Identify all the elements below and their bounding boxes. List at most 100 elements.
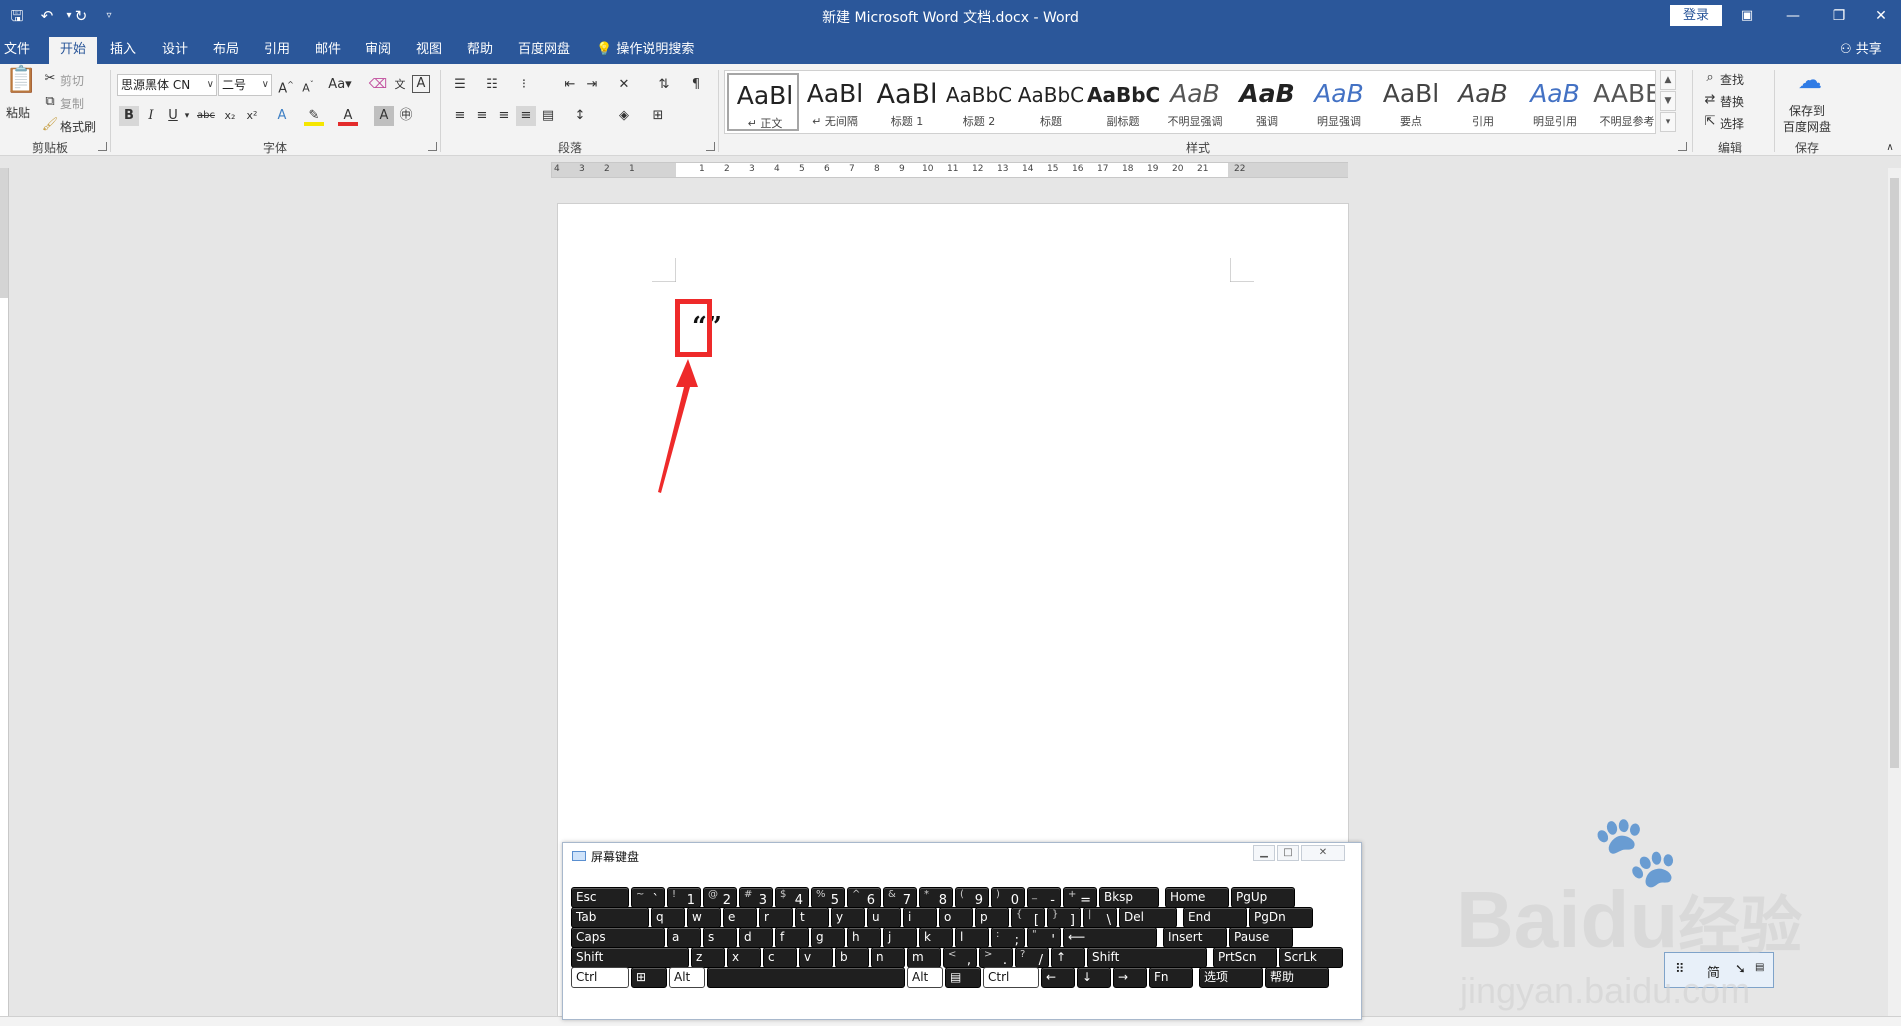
decrease-indent-icon[interactable]: ⇤ bbox=[560, 75, 580, 95]
osk-key[interactable]: _ - bbox=[1027, 887, 1061, 908]
osk-key[interactable]: o bbox=[939, 907, 973, 928]
osk-key[interactable]: v bbox=[799, 947, 833, 968]
osk-key[interactable]: % 5 bbox=[811, 887, 845, 908]
strikethrough-icon[interactable]: abc bbox=[196, 106, 216, 126]
osk-key[interactable]: s bbox=[703, 927, 737, 948]
bullets-icon[interactable]: ☰ bbox=[450, 75, 470, 95]
osk-key[interactable]: 选项 bbox=[1199, 967, 1263, 988]
font-color-icon[interactable]: A bbox=[338, 106, 358, 126]
tab-review[interactable]: 审阅 bbox=[358, 37, 398, 64]
osk-close-icon[interactable]: ✕ bbox=[1301, 845, 1345, 861]
osk-key[interactable]: :; bbox=[991, 927, 1025, 948]
style-item[interactable]: AaBbC 标题 bbox=[1015, 73, 1087, 131]
osk-key[interactable]: ScrLk bbox=[1279, 947, 1343, 968]
tab-references[interactable]: 引用 bbox=[257, 37, 297, 64]
copy-label[interactable]: 复制 bbox=[60, 95, 84, 112]
osk-key[interactable]: d bbox=[739, 927, 773, 948]
osk-key[interactable] bbox=[707, 967, 905, 988]
scrollbar-thumb[interactable] bbox=[1890, 178, 1899, 768]
find-icon[interactable]: ⌕ bbox=[1700, 68, 1720, 88]
format-painter-label[interactable]: 格式刷 bbox=[60, 118, 96, 135]
copy-icon[interactable]: ⧉ bbox=[40, 92, 60, 112]
clipboard-launcher-icon[interactable] bbox=[98, 142, 107, 151]
osk-key[interactable]: ▤ bbox=[945, 967, 981, 988]
shrink-font-icon[interactable]: Aˇ bbox=[298, 75, 318, 95]
osk-key[interactable]: ! 1 bbox=[667, 887, 701, 908]
osk-key[interactable]: ↓ bbox=[1077, 967, 1111, 988]
char-shading-icon[interactable]: A bbox=[374, 106, 394, 126]
align-center-icon[interactable]: ≡ bbox=[472, 106, 492, 126]
replace-icon[interactable]: ⇄ bbox=[1700, 90, 1720, 110]
highlight-color-icon[interactable]: ✎ bbox=[304, 106, 324, 126]
osk-key[interactable]: ? / bbox=[1015, 947, 1049, 968]
osk-key[interactable]: Bksp bbox=[1099, 887, 1159, 908]
osk-key[interactable]: ← bbox=[1041, 967, 1075, 988]
baidu-netdisk-icon[interactable]: ☁ bbox=[1796, 68, 1824, 98]
osk-key[interactable]: <, bbox=[943, 947, 977, 968]
osk-key[interactable]: PgUp bbox=[1231, 887, 1295, 908]
osk-key[interactable]: Tab bbox=[571, 907, 649, 928]
osk-key[interactable]: + = bbox=[1063, 887, 1097, 908]
osk-key[interactable]: PrtScn bbox=[1213, 947, 1277, 968]
osk-key[interactable]: y bbox=[831, 907, 865, 928]
osk-key[interactable]: {[ bbox=[1011, 907, 1045, 928]
cut-icon[interactable]: ✂ bbox=[40, 69, 60, 89]
osk-key[interactable]: Ctrl bbox=[571, 967, 629, 988]
paragraph-launcher-icon[interactable] bbox=[706, 142, 715, 151]
style-item[interactable]: AaB 明显引用 bbox=[1519, 73, 1591, 131]
osk-key[interactable]: ⊞ bbox=[631, 967, 667, 988]
show-marks-icon[interactable]: ¶ bbox=[686, 75, 706, 95]
osk-key[interactable]: → bbox=[1113, 967, 1147, 988]
superscript-icon[interactable]: x² bbox=[242, 106, 262, 126]
shading-icon[interactable]: ◈ bbox=[614, 106, 634, 126]
vertical-ruler[interactable] bbox=[0, 168, 9, 1023]
osk-key[interactable]: Shift bbox=[571, 947, 689, 968]
osk-key[interactable]: p bbox=[975, 907, 1009, 928]
osk-key[interactable]: $4 bbox=[775, 887, 809, 908]
osk-key[interactable]: ↑ bbox=[1051, 947, 1085, 968]
phonetic-guide-icon[interactable]: 文 bbox=[390, 75, 410, 95]
osk-key[interactable]: End bbox=[1183, 907, 1247, 928]
replace-label[interactable]: 替换 bbox=[1720, 93, 1744, 110]
italic-icon[interactable]: I bbox=[141, 106, 161, 126]
enclose-char-icon[interactable]: ㊥ bbox=[396, 106, 416, 126]
osk-key[interactable]: Pause bbox=[1229, 927, 1293, 948]
align-left-icon[interactable]: ≡ bbox=[450, 106, 470, 126]
paste-icon[interactable]: 📋 bbox=[5, 67, 37, 104]
numbering-icon[interactable]: ☷ bbox=[482, 75, 502, 95]
style-item[interactable]: AABE 不明显参考 bbox=[1591, 73, 1655, 131]
tell-me-search[interactable]: 💡 操作说明搜索 bbox=[596, 37, 694, 64]
osk-key[interactable]: @2 bbox=[703, 887, 737, 908]
tab-mailings[interactable]: 邮件 bbox=[308, 37, 348, 64]
osk-key[interactable]: r bbox=[759, 907, 793, 928]
borders-icon[interactable]: ⊞ bbox=[648, 106, 668, 126]
clear-format-icon[interactable]: ⌫ bbox=[368, 75, 388, 95]
osk-key[interactable]: c bbox=[763, 947, 797, 968]
osk-key[interactable]: z bbox=[691, 947, 725, 968]
select-icon[interactable]: ⇱ bbox=[1700, 112, 1720, 132]
osk-key[interactable]: b bbox=[835, 947, 869, 968]
osk-key[interactable]: & 7 bbox=[883, 887, 917, 908]
osk-key[interactable]: n bbox=[871, 947, 905, 968]
style-item[interactable]: AaB 明显强调 bbox=[1303, 73, 1375, 131]
underline-icon[interactable]: U bbox=[163, 106, 183, 126]
line-spacing-icon[interactable]: ↕ bbox=[570, 106, 590, 126]
select-label[interactable]: 选择 bbox=[1720, 115, 1744, 132]
osk-key[interactable]: | \ bbox=[1083, 907, 1117, 928]
justify-icon[interactable]: ≡ bbox=[516, 106, 536, 126]
close-icon[interactable]: ✕ bbox=[1858, 0, 1901, 32]
sort-icon[interactable]: ⇅ bbox=[654, 75, 674, 95]
style-item[interactable]: AaBbC 标题 2 bbox=[943, 73, 1015, 131]
multilevel-list-icon[interactable]: ⁝ bbox=[514, 75, 534, 95]
osk-key[interactable]: e bbox=[723, 907, 757, 928]
osk-key[interactable]: ^ 6 bbox=[847, 887, 881, 908]
cut-label[interactable]: 剪切 bbox=[60, 72, 84, 89]
osk-key[interactable]: h bbox=[847, 927, 881, 948]
osk-maximize-icon[interactable]: □ bbox=[1277, 845, 1299, 861]
font-launcher-icon[interactable] bbox=[428, 142, 437, 151]
osk-key[interactable]: w bbox=[687, 907, 721, 928]
subscript-icon[interactable]: x₂ bbox=[220, 106, 240, 126]
minimize-icon[interactable]: — bbox=[1770, 0, 1816, 32]
text-effects-icon[interactable]: A bbox=[272, 106, 292, 126]
font-name-combo[interactable]: 思源黑体 CN ∨ bbox=[117, 74, 217, 96]
